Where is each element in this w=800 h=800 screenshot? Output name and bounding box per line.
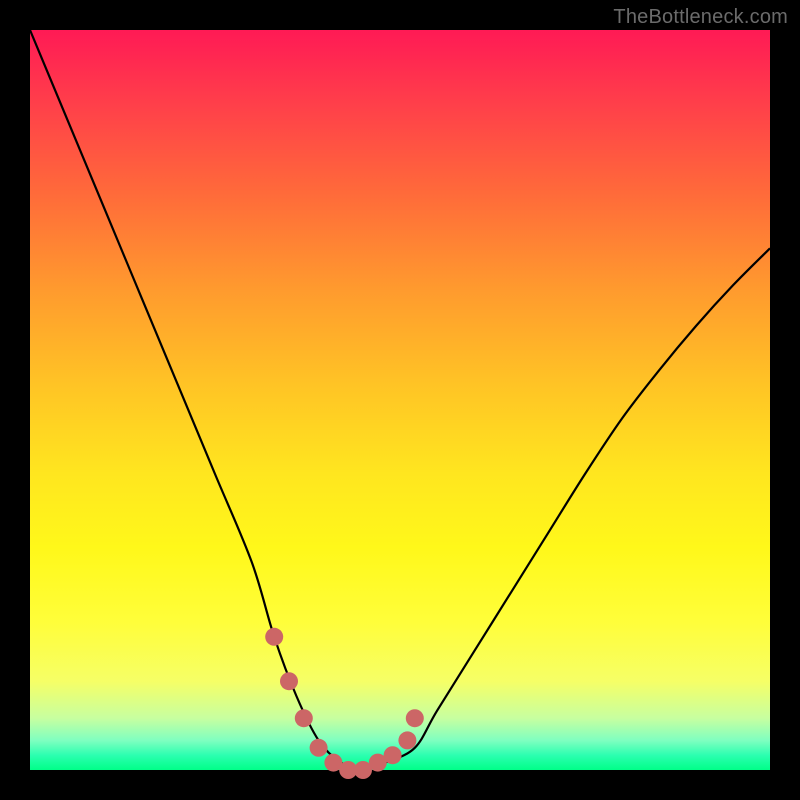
- curve-svg: [30, 30, 770, 770]
- optimal-marker: [398, 731, 416, 749]
- optimal-marker: [265, 628, 283, 646]
- optimal-marker: [280, 672, 298, 690]
- optimal-marker: [406, 709, 424, 727]
- optimal-marker: [295, 709, 313, 727]
- optimal-range-markers: [265, 628, 424, 779]
- curve-path: [30, 30, 770, 770]
- chart-frame: TheBottleneck.com: [0, 0, 800, 800]
- optimal-marker: [384, 746, 402, 764]
- bottleneck-curve: [30, 30, 770, 770]
- plot-area: [30, 30, 770, 770]
- optimal-marker: [310, 739, 328, 757]
- watermark-text: TheBottleneck.com: [613, 6, 788, 29]
